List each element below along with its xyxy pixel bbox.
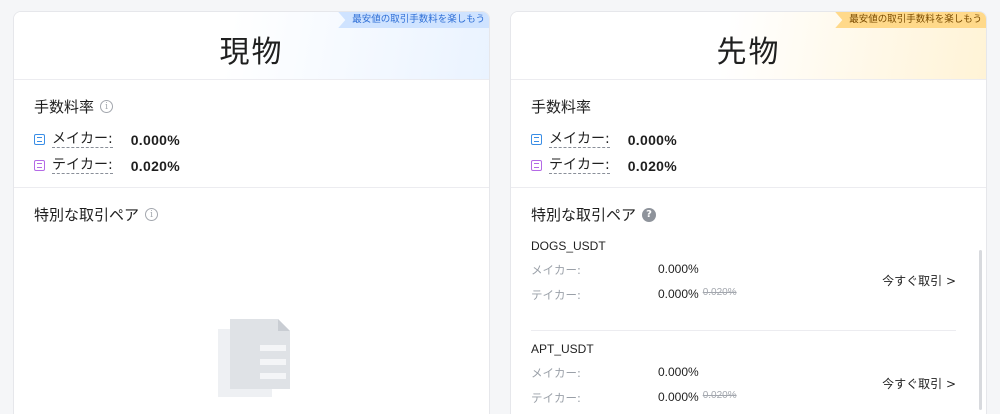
futures-title: 先物 (716, 34, 781, 70)
futures-taker-label[interactable]: テイカー: (549, 157, 610, 174)
pair-taker-old-value: 0.020% (702, 390, 737, 401)
futures-promo-ribbon: 最安値の取引手数料を楽しもう (835, 12, 986, 28)
pair-name: DOGS_USDT (531, 239, 606, 253)
futures-maker-row: メイカー: 0.000% (531, 131, 966, 148)
futures-fee-rate-title: 手数料率 (531, 98, 592, 116)
pair-taker-old-value: 0.020% (702, 287, 737, 298)
futures-special-pairs-section: 特別な取引ペア ? DOGS_USDT メイカー: 0.000% テイカー: 0… (511, 188, 986, 414)
spot-maker-row: メイカー: 0.000% (34, 131, 469, 148)
pair-taker-value: 0.000% (658, 287, 699, 301)
futures-fee-rate-section: 手数料率 メイカー: 0.000% テイカー: 0.020% (511, 80, 986, 188)
trade-now-link[interactable]: 今すぐ取引 > (882, 375, 956, 392)
spot-taker-value: 0.020% (130, 157, 181, 174)
futures-fee-rate-heading: 手数料率 (531, 96, 966, 117)
spot-special-pairs-title: 特別な取引ペア (34, 206, 140, 224)
pair-name: APT_USDT (531, 342, 594, 356)
scrollbar[interactable] (979, 250, 982, 410)
spot-fee-rate-heading: 手数料率 i (34, 96, 469, 117)
list-item: APT_USDT メイカー: 0.000% テイカー: 0.000% 0.020… (531, 331, 956, 414)
futures-maker-value: 0.000% (627, 131, 678, 148)
futures-maker-label[interactable]: メイカー: (549, 131, 610, 148)
maker-icon (34, 134, 45, 145)
spot-card-header: 現物 最安値の取引手数料を楽しもう (14, 12, 489, 80)
pair-maker-value: 0.000% (658, 365, 699, 379)
spot-special-pairs-section: 特別な取引ペア i (14, 188, 489, 225)
pair-taker-line: テイカー: 0.000% 0.020% (531, 390, 956, 406)
futures-special-pairs-heading: 特別な取引ペア ? (531, 204, 966, 225)
futures-fee-card: 先物 最安値の取引手数料を楽しもう 手数料率 メイカー: 0.000% テイカー… (510, 11, 987, 414)
empty-document-icon (218, 319, 290, 397)
info-icon[interactable]: i (100, 100, 114, 113)
spot-title: 現物 (219, 34, 284, 70)
pair-maker-value: 0.000% (658, 262, 699, 276)
futures-card-header: 先物 最安値の取引手数料を楽しもう (511, 12, 986, 80)
futures-taker-row: テイカー: 0.020% (531, 157, 966, 174)
spot-promo-ribbon: 最安値の取引手数料を楽しもう (338, 12, 489, 28)
spot-fee-rate-title: 手数料率 (34, 98, 95, 116)
spot-taker-label[interactable]: テイカー: (52, 157, 113, 174)
spot-special-pairs-heading: 特別な取引ペア i (34, 204, 469, 225)
spot-fee-card: 現物 最安値の取引手数料を楽しもう 手数料率 i メイカー: 0.000% テイ… (13, 11, 490, 414)
spot-maker-label[interactable]: メイカー: (52, 131, 113, 148)
maker-icon (531, 134, 542, 145)
list-item: DOGS_USDT メイカー: 0.000% テイカー: 0.000% 0.02… (531, 239, 956, 331)
futures-special-pairs-title: 特別な取引ペア (531, 206, 637, 224)
question-circle-icon[interactable]: ? (642, 207, 657, 222)
spot-taker-row: テイカー: 0.020% (34, 157, 469, 174)
taker-icon (531, 160, 542, 171)
pair-taker-value: 0.000% (658, 390, 699, 404)
futures-taker-value: 0.020% (627, 157, 678, 174)
trade-now-link[interactable]: 今すぐ取引 > (882, 272, 956, 289)
info-icon[interactable]: i (145, 208, 159, 221)
special-pairs-list: DOGS_USDT メイカー: 0.000% テイカー: 0.000% 0.02… (531, 239, 966, 414)
pair-taker-line: テイカー: 0.000% 0.020% (531, 287, 956, 303)
pair-maker-label: メイカー: (531, 366, 581, 380)
spot-fee-rate-section: 手数料率 i メイカー: 0.000% テイカー: 0.020% (14, 80, 489, 188)
spot-maker-value: 0.000% (130, 131, 181, 148)
pair-taker-label: テイカー: (531, 391, 581, 405)
taker-icon (34, 160, 45, 171)
pair-taker-label: テイカー: (531, 288, 581, 302)
pair-maker-label: メイカー: (531, 263, 581, 277)
